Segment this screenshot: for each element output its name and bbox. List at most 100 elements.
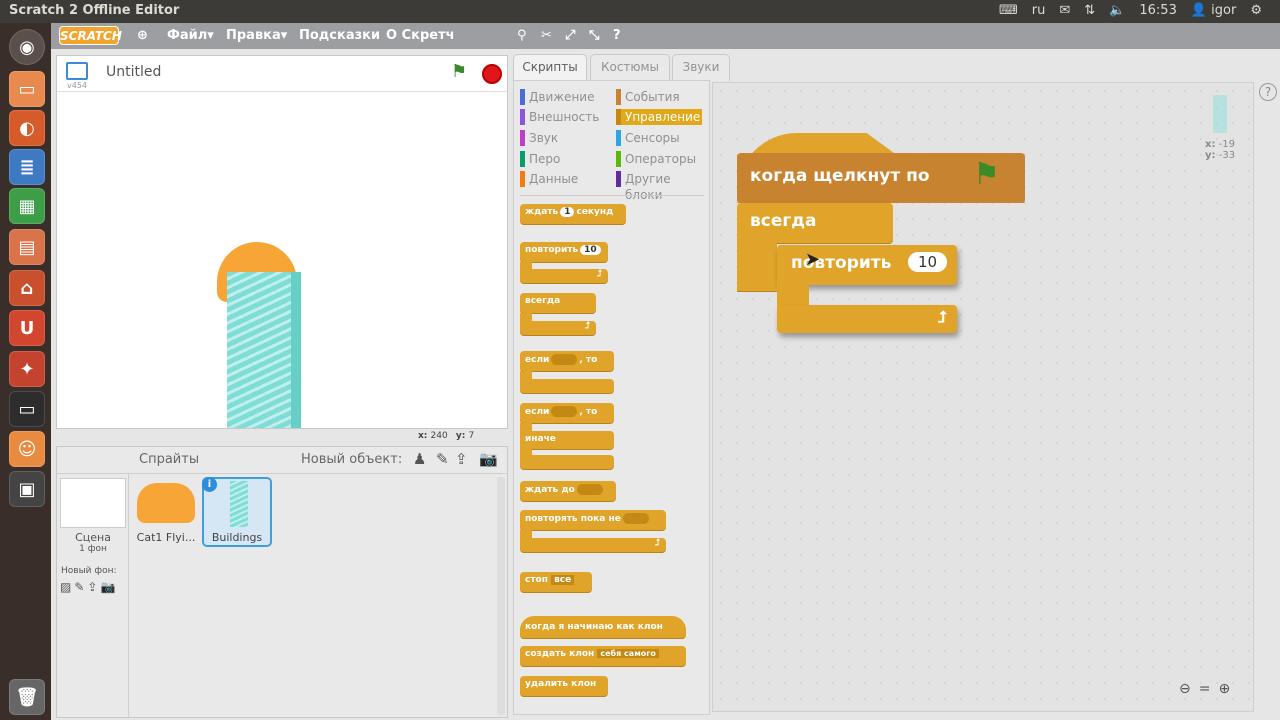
block-if-else-slot[interactable]: [551, 406, 578, 417]
firefox-icon[interactable]: ◐: [9, 110, 45, 146]
block-wait-value[interactable]: 1: [560, 207, 575, 217]
block-forever[interactable]: всегда: [520, 293, 596, 313]
block-stop[interactable]: стоп все: [520, 572, 592, 592]
stage-canvas[interactable]: [57, 92, 507, 428]
zoom-reset-icon[interactable]: =: [1199, 681, 1211, 697]
power-icon[interactable]: ⚙: [1250, 3, 1262, 18]
block-if-else[interactable]: если , то: [520, 403, 614, 423]
language-indicator[interactable]: ru: [1032, 3, 1046, 18]
workspace-switcher-icon[interactable]: ▣: [9, 471, 45, 507]
category-events[interactable]: События: [616, 89, 680, 105]
block-repeat[interactable]: повторить 10: [520, 242, 608, 262]
camera-sprite-icon[interactable]: 📷: [479, 450, 498, 468]
settings-icon[interactable]: ✦: [9, 351, 45, 387]
software-center-icon[interactable]: ⌂: [9, 270, 45, 306]
block-if-else-then: , то: [579, 407, 598, 417]
camera-backdrop-icon[interactable]: 📷: [100, 580, 115, 594]
presentation-mode-icon[interactable]: [66, 62, 88, 80]
backdrop-library-icon[interactable]: ▨: [60, 580, 71, 594]
category-motion[interactable]: Движение: [520, 89, 594, 105]
block-repeat-until[interactable]: повторять пока не: [520, 510, 666, 530]
grow-tool-icon[interactable]: ⤢: [565, 28, 575, 43]
impress-icon[interactable]: ▤: [9, 229, 45, 265]
duplicate-tool-icon[interactable]: ⚲: [517, 28, 527, 43]
category-looks[interactable]: Внешность: [520, 109, 599, 125]
trash-icon[interactable]: 🗑: [9, 679, 45, 715]
new-sprite-label: Новый объект:: [301, 452, 403, 467]
upload-sprite-icon[interactable]: ⇪: [455, 450, 468, 468]
stop-icon[interactable]: [482, 64, 502, 84]
paint-sprite-icon[interactable]: ✎: [436, 450, 449, 468]
category-more-blocks[interactable]: Другие блоки: [616, 171, 709, 202]
project-title[interactable]: Untitled: [106, 64, 161, 80]
sprite-tile[interactable]: Cat1 Flyi...: [133, 477, 199, 547]
category-control[interactable]: Управление: [616, 109, 702, 125]
tab-costumes[interactable]: Костюмы: [590, 54, 670, 81]
dash-icon[interactable]: ◉: [9, 29, 45, 65]
network-icon[interactable]: ⇅: [1084, 3, 1095, 18]
menu-edit-label: Правка: [226, 28, 281, 43]
paint-backdrop-icon[interactable]: ✎: [74, 580, 84, 594]
block-delete-clone[interactable]: удалить клон: [520, 676, 608, 696]
block-when-clone[interactable]: когда я начинаю как клон: [520, 616, 686, 638]
script-area[interactable]: когда щелкнут по ⚑ всегда повторить 10 ⮥…: [712, 82, 1254, 712]
sprites-scrollbar[interactable]: [497, 477, 505, 715]
stage-y-label: y:: [455, 431, 466, 441]
menu-edit[interactable]: Правка▾: [226, 28, 287, 43]
menu-about[interactable]: О Скретч: [386, 28, 455, 43]
menu-tips[interactable]: Подсказки: [299, 28, 380, 43]
category-pen[interactable]: Перо: [520, 151, 560, 167]
category-operators[interactable]: Операторы: [616, 151, 696, 167]
scene-thumbnail[interactable]: [60, 478, 126, 528]
block-repeat-value[interactable]: 10: [580, 245, 601, 255]
clock[interactable]: 16:53: [1139, 3, 1176, 18]
hat-block[interactable]: когда щелкнут по ⚑: [737, 153, 1025, 203]
volume-icon[interactable]: 🔈: [1109, 3, 1125, 18]
zoom-in-icon[interactable]: ⊕: [1218, 681, 1230, 697]
category-sensing[interactable]: Сенсоры: [616, 130, 680, 146]
repeat-block-value[interactable]: 10: [908, 252, 948, 272]
version-label: v454: [67, 81, 88, 90]
scratch-app-icon[interactable]: ☺: [9, 431, 45, 467]
block-wait-until[interactable]: ждать до: [520, 481, 616, 501]
block-if-else-foot: [520, 455, 614, 469]
tab-scripts[interactable]: Скрипты: [513, 54, 587, 81]
menu-file[interactable]: Файл▾: [167, 28, 214, 43]
user-indicator[interactable]: 👤 igor: [1191, 3, 1237, 18]
block-wait-until-slot[interactable]: [576, 484, 603, 495]
buildings-sprite[interactable]: [227, 272, 301, 428]
backdrop-count: 1 фон: [79, 544, 107, 554]
upload-backdrop-icon[interactable]: ⇪: [87, 580, 97, 594]
green-flag-icon[interactable]: ⚑: [451, 61, 467, 82]
repeat-block[interactable]: повторить 10: [777, 245, 957, 285]
shrink-tool-icon[interactable]: ⤡: [589, 28, 599, 43]
ubuntu-one-icon[interactable]: U: [9, 310, 45, 346]
block-create-clone[interactable]: создать клон себя самого: [520, 646, 686, 666]
block-stop-dropdown[interactable]: все: [551, 575, 575, 585]
new-backdrop-label: Новый фон:: [61, 566, 117, 576]
calc-icon[interactable]: ▦: [9, 188, 45, 224]
forever-block[interactable]: всегда: [737, 203, 893, 243]
category-sound[interactable]: Звук: [520, 130, 558, 146]
keyboard-icon[interactable]: ⌨: [999, 3, 1018, 18]
zoom-out-icon[interactable]: ⊖: [1179, 681, 1191, 697]
globe-icon[interactable]: ⊕: [137, 28, 148, 43]
files-icon[interactable]: ▭: [9, 71, 45, 107]
help-icon[interactable]: ?: [1259, 83, 1277, 101]
writer-icon[interactable]: ≣: [9, 149, 45, 185]
block-repeat-until-slot[interactable]: [622, 513, 649, 524]
block-if-slot[interactable]: [551, 354, 578, 365]
sprite-tile-selected[interactable]: i Buildings: [202, 477, 272, 547]
block-if[interactable]: если , то: [520, 351, 614, 371]
stage-panel: v454 Untitled ⚑: [56, 55, 508, 429]
sprite-library-icon[interactable]: ♟: [413, 450, 426, 468]
terminal-icon[interactable]: ▭: [9, 391, 45, 427]
help-tool-icon[interactable]: ?: [613, 28, 621, 43]
tab-sounds[interactable]: Звуки: [672, 54, 730, 81]
delete-tool-icon[interactable]: ✂: [541, 28, 552, 43]
category-data[interactable]: Данные: [520, 171, 578, 187]
mail-icon[interactable]: ✉: [1059, 3, 1070, 18]
info-icon[interactable]: i: [202, 477, 217, 492]
block-wait[interactable]: ждать 1 секунд: [520, 204, 626, 224]
block-create-clone-dropdown[interactable]: себя самого: [597, 649, 659, 658]
